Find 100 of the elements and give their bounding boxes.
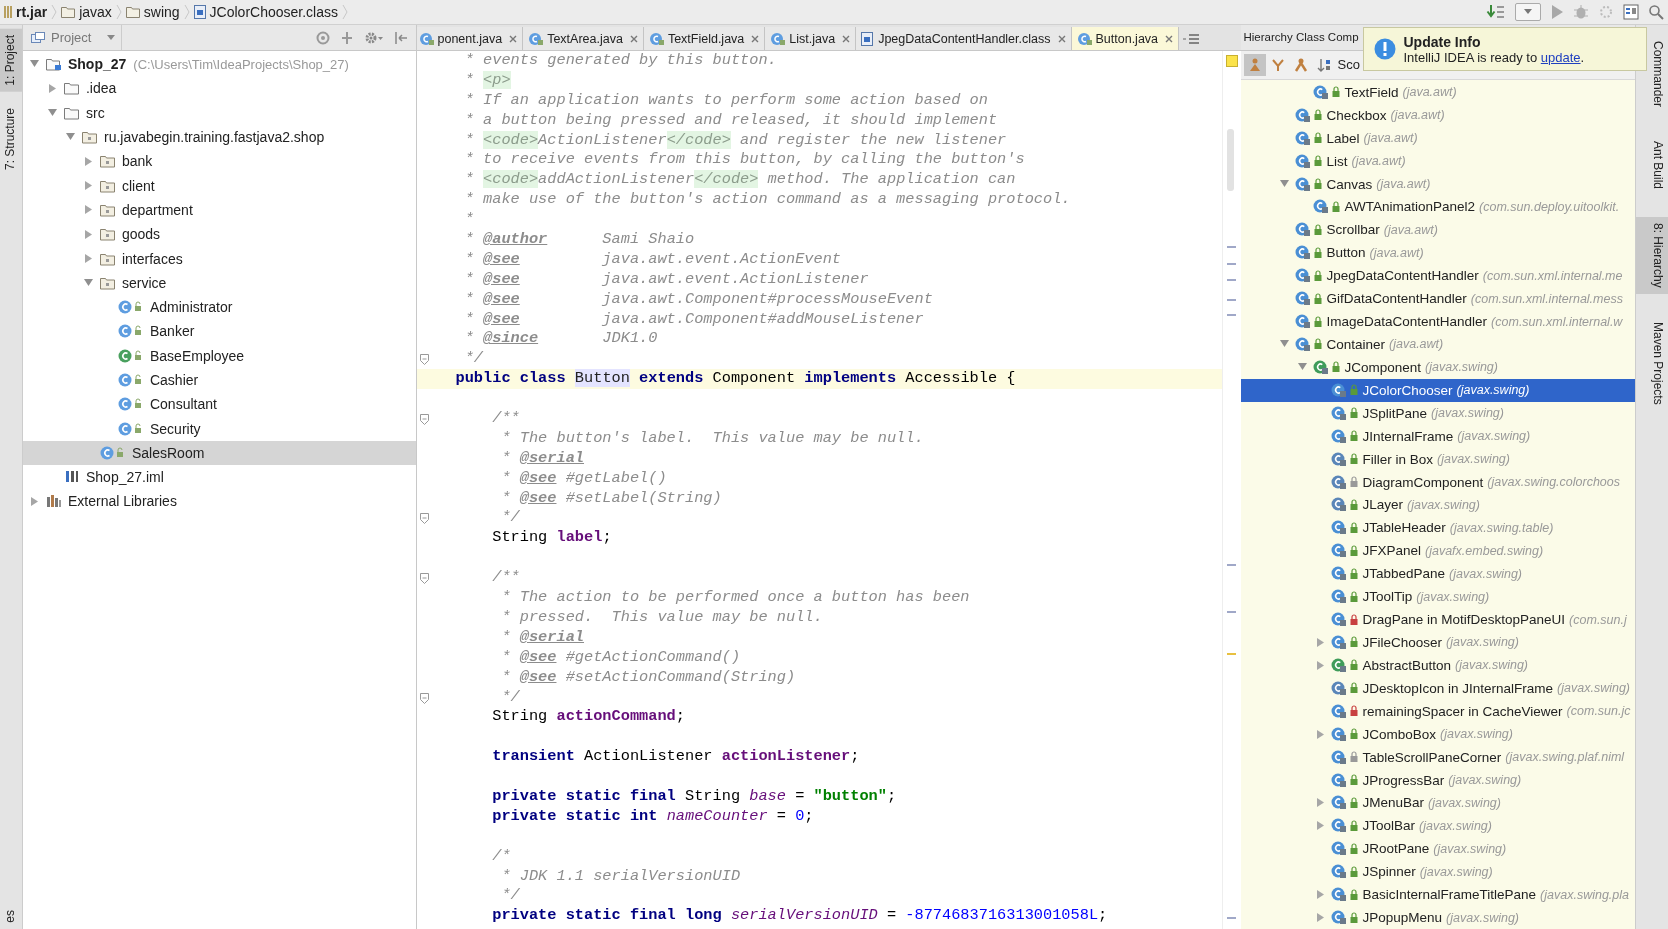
project-tree-item[interactable]: Security [22,416,416,441]
hierarchy-tree-item[interactable]: JSpinner (javax.swing) [1240,860,1636,884]
fold-marker-icon[interactable] [419,354,429,366]
hierarchy-tree-item[interactable]: Checkbox (java.awt) [1240,103,1636,127]
hierarchy-tree-item[interactable]: Canvas (java.awt) [1240,172,1636,196]
hierarchy-tree-item[interactable]: JTabbedPane (javax.swing) [1240,562,1636,586]
fold-marker-icon[interactable] [419,414,429,426]
inspection-indicator-icon[interactable] [1225,55,1238,67]
collapsed-arrow-icon[interactable] [30,497,39,506]
breadcrumb[interactable]: JColorChooser.class [209,4,338,20]
hierarchy-tree-item[interactable]: GifDataContentHandler (com.sun.xml.internal.mess [1240,287,1636,311]
tab-list-icon[interactable] [1183,33,1202,45]
collapsed-arrow-icon[interactable] [84,254,93,263]
expanded-arrow-icon[interactable] [30,60,40,69]
hierarchy-tree-item[interactable]: TextField (java.awt) [1240,80,1636,104]
project-tree-item[interactable]: SalesRoom [22,440,416,466]
hierarchy-tree-item[interactable]: Label (java.awt) [1240,126,1636,150]
hierarchy-tree-item[interactable]: AbstractButton (javax.swing) [1240,653,1636,677]
project-tree-item[interactable]: Consultant [22,392,416,417]
project-structure-icon[interactable] [1623,4,1639,20]
hierarchy-tree-item[interactable]: JInternalFrame (javax.swing) [1240,424,1636,448]
hierarchy-tree-item[interactable]: JComponent (javax.swing) [1240,355,1636,379]
hierarchy-tree-item[interactable]: DragPane in MotifDesktopPaneUI (com.sun.j [1240,608,1636,631]
hierarchy-tree-item[interactable]: Filler in Box (javax.swing) [1240,447,1636,471]
editor-tab[interactable]: List.java [765,27,857,50]
tool-window-tab[interactable]: 1: Project [0,29,22,92]
hierarchy-tree-item[interactable]: JToolTip (javax.swing) [1240,585,1636,609]
collapsed-arrow-icon[interactable] [1316,821,1325,831]
project-tree-item[interactable]: Administrator [22,294,416,320]
project-tree-item[interactable]: department [22,197,416,223]
collapsed-arrow-icon[interactable] [84,156,93,166]
collapsed-arrow-icon[interactable] [1316,890,1325,900]
hierarchy-tree-item[interactable]: remainingSpacer in CacheViewer (com.sun.jc [1240,699,1636,723]
fold-marker-icon[interactable] [419,692,429,704]
project-tree-item[interactable]: .idea [22,76,416,101]
close-icon[interactable] [842,34,851,43]
debug-icon[interactable] [1573,4,1589,20]
collapsed-arrow-icon[interactable] [1316,798,1325,808]
supertypes-icon[interactable] [1243,53,1266,76]
project-tree-item[interactable]: Cashier [22,367,416,393]
expanded-arrow-icon[interactable] [84,278,94,287]
hierarchy-tree-item[interactable]: JMenuBar (javax.swing) [1240,791,1636,815]
hierarchy-tree-item[interactable]: JRootPane (javax.swing) [1240,837,1636,861]
hierarchy-tree-item[interactable]: JProgressBar (javax.swing) [1240,768,1636,792]
hierarchy-tree-item[interactable]: JSplitPane (javax.swing) [1240,401,1636,425]
tool-window-tab[interactable]: 8: Hierarchy [1636,217,1668,294]
settings-icon[interactable] [363,30,384,45]
hierarchy-tree-item[interactable]: List (java.awt) [1240,149,1636,173]
hierarchy-tree-item[interactable]: TableScrollPaneCorner (javax.swing.plaf.niml [1240,745,1636,769]
close-icon[interactable] [509,34,518,43]
hierarchy-tree-item[interactable]: JLayer (javax.swing) [1240,493,1636,517]
collapsed-arrow-icon[interactable] [1316,637,1325,647]
hierarchy-tree-item[interactable]: JColorChooser (javax.swing) [1240,378,1636,402]
tool-window-tab[interactable]: 7: Structure [0,101,22,176]
collapsed-arrow-icon[interactable] [84,229,93,239]
tool-window-tab[interactable]: Maven Projects [1636,315,1668,411]
search-icon[interactable] [1648,4,1664,20]
hierarchy-tree-item[interactable]: JToolBar (javax.swing) [1240,814,1636,838]
hierarchy-tree-item[interactable]: AWTAnimationPanel2 (com.sun.deploy.uitoolkit. [1240,195,1636,219]
expanded-arrow-icon[interactable] [1280,340,1289,349]
hierarchy-tree-item[interactable]: JFXPanel (javafx.embed.swing) [1240,539,1636,563]
hierarchy-tree-item[interactable]: JPopupMenu (javax.swing) [1240,906,1636,929]
editor-tab[interactable]: TextField.java [643,27,766,50]
project-tree-item[interactable]: client [22,173,416,198]
close-icon[interactable] [1057,34,1066,43]
scrollbar-thumb[interactable] [1226,129,1234,191]
collapsed-arrow-icon[interactable] [1316,913,1325,923]
project-tree-item[interactable]: interfaces [22,246,416,271]
hierarchy-tree-item[interactable]: DiagramComponent (javax.swing.colorchoos [1240,470,1636,494]
tool-window-tab[interactable]: Ant Build [1636,135,1668,196]
hierarchy-tree-item[interactable]: ImageDataContentHandler (com.sun.xml.internal.w [1240,310,1636,334]
editor-tab[interactable]: Button.java [1071,27,1180,50]
fold-marker-icon[interactable] [419,513,429,525]
breadcrumb[interactable]: rt.jar [16,4,48,20]
hierarchy-tree-item[interactable]: JDesktopIcon in JInternalFrame (javax.swing) [1240,676,1636,700]
close-icon[interactable] [629,34,638,43]
breadcrumb[interactable]: javax [79,4,112,20]
run-icon[interactable] [1550,4,1564,20]
collapse-all-icon[interactable] [339,30,354,45]
project-tree-item[interactable]: Banker [22,319,416,344]
hierarchy-tree-item[interactable]: Scrollbar (java.awt) [1240,218,1636,242]
update-link[interactable]: update [1540,49,1581,65]
editor-tab[interactable]: TextArea.java [523,27,644,50]
project-tree-item[interactable]: src [22,100,416,125]
hide-panel-icon[interactable] [393,30,408,45]
project-tree-item[interactable]: Shop_27.iml [22,465,416,490]
editor-tab[interactable]: ponent.java [416,27,524,50]
breadcrumb[interactable]: swing [143,4,180,20]
run-configuration-dropdown[interactable] [1515,3,1541,21]
collapsed-arrow-icon[interactable] [48,83,57,93]
expanded-arrow-icon[interactable] [1298,363,1307,372]
expanded-arrow-icon[interactable] [1280,180,1289,189]
editor-tab[interactable]: JpegDataContentHandler.class [856,27,1072,50]
project-tree-item[interactable]: Shop_27 (C:\Users\Tim\IdeaProjects\Shop_27) [22,52,416,77]
project-tree-item[interactable]: BaseEmployee [22,343,416,368]
close-icon[interactable] [751,34,760,43]
collapsed-arrow-icon[interactable] [84,181,93,191]
expanded-arrow-icon[interactable] [66,133,76,142]
collapsed-arrow-icon[interactable] [1316,660,1325,670]
collapsed-arrow-icon[interactable] [1316,729,1325,739]
